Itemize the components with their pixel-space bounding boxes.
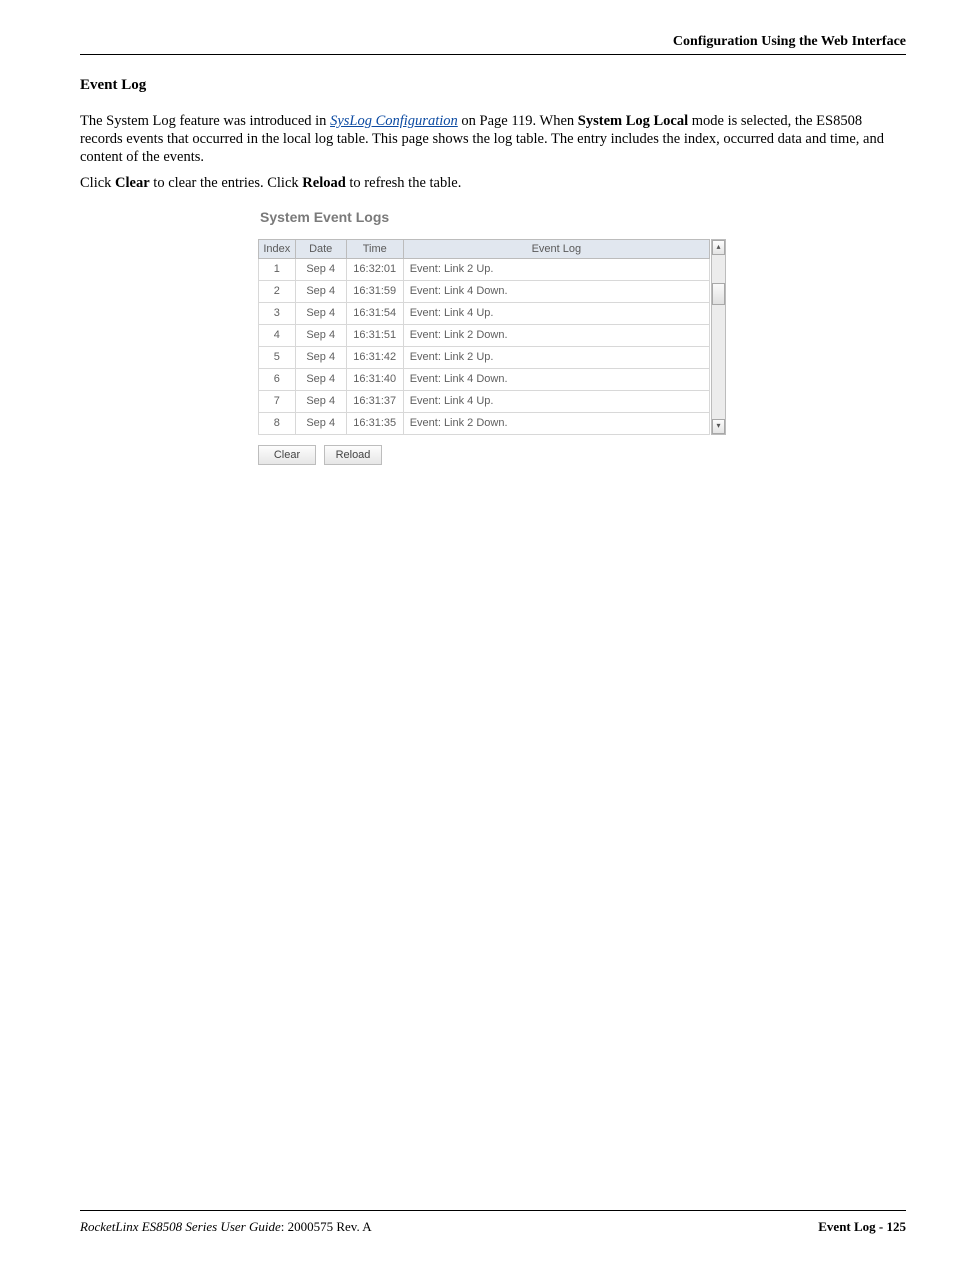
chevron-up-icon: ▴ [716, 243, 720, 251]
reload-button[interactable]: Reload [324, 445, 382, 465]
cell-date: Sep 4 [295, 368, 346, 390]
table-row: 2Sep 416:31:59Event: Link 4 Down. [259, 280, 710, 302]
cell-date: Sep 4 [295, 346, 346, 368]
cell-index: 1 [259, 258, 296, 280]
table-row: 5Sep 416:31:42Event: Link 2 Up. [259, 346, 710, 368]
cell-date: Sep 4 [295, 302, 346, 324]
cell-time: 16:31:59 [346, 280, 403, 302]
event-table-wrap: Index Date Time Event Log 1Sep 416:32:01… [258, 239, 726, 435]
button-row: Clear Reload [258, 445, 738, 465]
table-scrollbar[interactable]: ▴ ▾ [711, 239, 726, 435]
screenshot-block: System Event Logs Index Date Time Event … [258, 209, 738, 465]
cell-date: Sep 4 [295, 324, 346, 346]
cell-event: Event: Link 2 Up. [403, 346, 709, 368]
paragraph-1: The System Log feature was introduced in… [80, 112, 906, 166]
cell-date: Sep 4 [295, 390, 346, 412]
col-index-header: Index [259, 239, 296, 258]
p1-postlink: on Page 119. When [458, 113, 578, 129]
scroll-down-button[interactable]: ▾ [712, 419, 725, 434]
cell-time: 16:31:54 [346, 302, 403, 324]
p2-b2: Reload [302, 175, 346, 191]
cell-event: Event: Link 4 Down. [403, 368, 709, 390]
p1-pre: The System Log feature was introduced in [80, 113, 330, 129]
col-time-header: Time [346, 239, 403, 258]
header-title: Configuration Using the Web Interface [673, 34, 906, 49]
event-table-body: 1Sep 416:32:01Event: Link 2 Up.2Sep 416:… [259, 258, 710, 434]
syslog-config-link[interactable]: SysLog Configuration [330, 113, 458, 129]
cell-date: Sep 4 [295, 258, 346, 280]
table-row: 1Sep 416:32:01Event: Link 2 Up. [259, 258, 710, 280]
p1-bold1: System Log Local [578, 113, 688, 129]
cell-event: Event: Link 2 Up. [403, 258, 709, 280]
table-row: 3Sep 416:31:54Event: Link 4 Up. [259, 302, 710, 324]
table-row: 6Sep 416:31:40Event: Link 4 Down. [259, 368, 710, 390]
col-event-header: Event Log [403, 239, 709, 258]
cell-event: Event: Link 4 Up. [403, 390, 709, 412]
cell-date: Sep 4 [295, 412, 346, 434]
p2-pre: Click [80, 175, 115, 191]
clear-button[interactable]: Clear [258, 445, 316, 465]
cell-index: 4 [259, 324, 296, 346]
p2-mid: to clear the entries. Click [150, 175, 303, 191]
system-event-logs-title: System Event Logs [260, 209, 738, 225]
chevron-down-icon: ▾ [716, 422, 720, 430]
page-header: Configuration Using the Web Interface [80, 34, 906, 55]
cell-index: 3 [259, 302, 296, 324]
cell-time: 16:31:51 [346, 324, 403, 346]
footer-left-italic: RocketLinx ES8508 Series User Guide [80, 1219, 281, 1234]
footer-rule [80, 1210, 906, 1211]
p2-post: to refresh the table. [346, 175, 462, 191]
cell-index: 5 [259, 346, 296, 368]
page-content: Event Log The System Log feature was int… [80, 77, 906, 465]
table-row: 8Sep 416:31:35Event: Link 2 Down. [259, 412, 710, 434]
cell-index: 7 [259, 390, 296, 412]
table-row: 4Sep 416:31:51Event: Link 2 Down. [259, 324, 710, 346]
cell-date: Sep 4 [295, 280, 346, 302]
table-row: 7Sep 416:31:37Event: Link 4 Up. [259, 390, 710, 412]
cell-time: 16:32:01 [346, 258, 403, 280]
cell-index: 8 [259, 412, 296, 434]
event-log-table: Index Date Time Event Log 1Sep 416:32:01… [258, 239, 710, 435]
cell-event: Event: Link 4 Up. [403, 302, 709, 324]
cell-time: 16:31:42 [346, 346, 403, 368]
section-heading: Event Log [80, 77, 906, 94]
paragraph-2: Click Clear to clear the entries. Click … [80, 174, 906, 192]
col-date-header: Date [295, 239, 346, 258]
cell-event: Event: Link 2 Down. [403, 412, 709, 434]
scroll-thumb[interactable] [712, 283, 725, 305]
cell-time: 16:31:40 [346, 368, 403, 390]
cell-event: Event: Link 4 Down. [403, 280, 709, 302]
footer-left-rev: : 2000575 Rev. A [281, 1219, 372, 1234]
cell-event: Event: Link 2 Down. [403, 324, 709, 346]
cell-index: 6 [259, 368, 296, 390]
footer-left: RocketLinx ES8508 Series User Guide: 200… [80, 1219, 372, 1235]
cell-time: 16:31:37 [346, 390, 403, 412]
cell-time: 16:31:35 [346, 412, 403, 434]
cell-index: 2 [259, 280, 296, 302]
page-footer: RocketLinx ES8508 Series User Guide: 200… [80, 1210, 906, 1235]
scroll-up-button[interactable]: ▴ [712, 240, 725, 255]
footer-line: RocketLinx ES8508 Series User Guide: 200… [80, 1219, 906, 1235]
table-header-row: Index Date Time Event Log [259, 239, 710, 258]
footer-right: Event Log - 125 [818, 1219, 906, 1235]
p2-b1: Clear [115, 175, 150, 191]
